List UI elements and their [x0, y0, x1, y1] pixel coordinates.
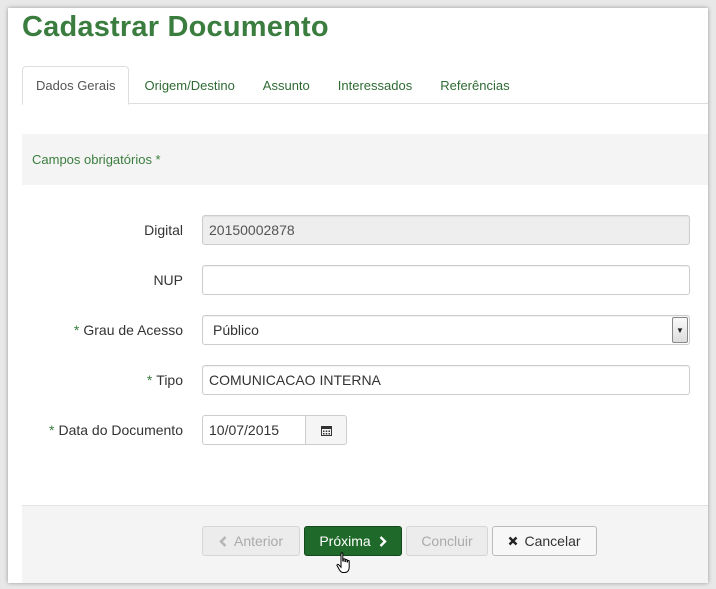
chevron-left-icon	[219, 535, 227, 547]
nup-row: NUP	[22, 265, 690, 295]
page-title: Cadastrar Documento	[22, 11, 329, 43]
calendar-icon	[320, 425, 332, 436]
form-window: Cadastrar Documento Dados Gerais Origem/…	[8, 8, 708, 583]
tab-bar: Dados Gerais Origem/Destino Assunto Inte…	[22, 66, 708, 105]
grau-acesso-row: * Grau de Acesso Público ▼	[22, 315, 690, 345]
digital-row: Digital 20150002878	[22, 215, 690, 245]
form-footer: Anterior Próxima Concluir Cancelar	[22, 505, 708, 583]
close-icon	[508, 536, 518, 546]
required-mark: *	[73, 322, 80, 338]
tab-assunto[interactable]: Assunto	[250, 66, 323, 104]
tab-interessados[interactable]: Interessados	[325, 66, 425, 104]
tab-dados-gerais[interactable]: Dados Gerais	[22, 66, 130, 105]
tipo-label: * Tipo	[146, 372, 183, 388]
nup-label: NUP	[153, 272, 183, 288]
chevron-right-icon	[379, 535, 387, 547]
digital-label: Digital	[144, 222, 183, 238]
cancel-button[interactable]: Cancelar	[492, 526, 597, 556]
hand-pointer-icon	[336, 552, 354, 577]
previous-button[interactable]: Anterior	[202, 526, 300, 556]
grau-acesso-select[interactable]: Público ▼	[202, 315, 690, 345]
data-documento-label: * Data do Documento	[49, 422, 183, 438]
required-mark: *	[49, 422, 55, 438]
nup-input[interactable]	[202, 265, 690, 295]
tipo-row: * Tipo COMUNICACAO INTERNA	[22, 365, 690, 395]
required-fields-note: Campos obrigatórios *	[22, 134, 708, 185]
date-picker: 10/07/2015	[202, 415, 347, 445]
tab-referencias[interactable]: Referências	[427, 66, 522, 104]
data-documento-row: * Data do Documento 10/07/2015	[22, 415, 690, 445]
calendar-button[interactable]	[306, 415, 347, 445]
digital-field: 20150002878	[202, 215, 690, 245]
data-documento-input[interactable]: 10/07/2015	[202, 415, 306, 445]
select-arrow-icon[interactable]: ▼	[672, 317, 688, 343]
required-mark: *	[146, 372, 153, 388]
tipo-input[interactable]: COMUNICACAO INTERNA	[202, 365, 690, 395]
grau-acesso-label: * Grau de Acesso	[73, 322, 183, 338]
tab-origem-destino[interactable]: Origem/Destino	[131, 66, 247, 104]
finish-button[interactable]: Concluir	[406, 526, 488, 556]
